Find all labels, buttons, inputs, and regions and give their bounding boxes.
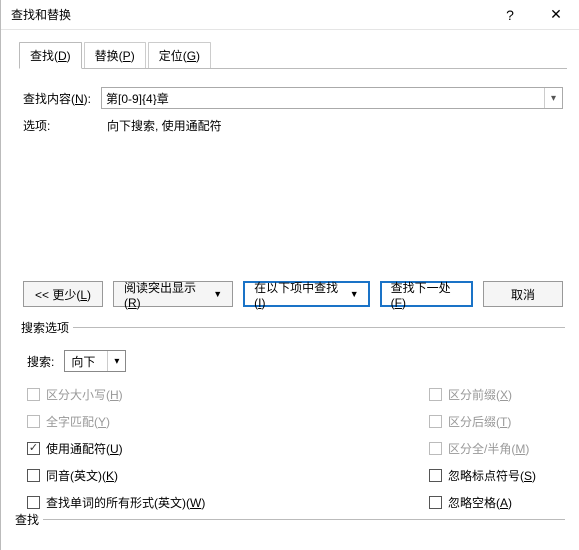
- find-input-group: ▾: [101, 87, 563, 109]
- reading-highlight-button[interactable]: 阅读突出显示(R)▼: [113, 281, 233, 307]
- chevron-down-icon: ▾: [107, 351, 125, 371]
- check-whole-word: 全字匹配(Y): [27, 413, 288, 430]
- check-width: 区分全/半角(M): [429, 440, 559, 457]
- chevron-down-icon: ▼: [350, 289, 359, 299]
- tab-strip: 查找(D) 替换(P) 定位(G): [19, 42, 567, 68]
- close-button[interactable]: ✕: [533, 0, 579, 30]
- find-section-legend: 查找: [15, 511, 43, 528]
- find-next-button[interactable]: 查找下一处(F): [380, 281, 473, 307]
- find-input[interactable]: [102, 91, 544, 105]
- tab-find[interactable]: 查找(D): [19, 42, 82, 69]
- check-word-forms[interactable]: 查找单词的所有形式(英文)(W): [27, 494, 288, 511]
- tab-replace[interactable]: 替换(P): [84, 42, 146, 68]
- options-label: 选项:: [23, 117, 101, 134]
- search-options-legend: 搜索选项: [21, 319, 73, 336]
- options-value: 向下搜索, 使用通配符: [107, 117, 222, 134]
- tab-goto[interactable]: 定位(G): [148, 42, 211, 68]
- find-label: 查找内容(N):: [23, 90, 95, 107]
- chevron-down-icon[interactable]: ▾: [544, 88, 562, 108]
- window-title: 查找和替换: [11, 6, 487, 23]
- check-prefix: 区分前缀(X): [429, 386, 559, 403]
- check-sounds-like[interactable]: 同音(英文)(K): [27, 467, 288, 484]
- check-suffix: 区分后缀(T): [429, 413, 559, 430]
- find-in-button[interactable]: 在以下项中查找(I)▼: [243, 281, 369, 307]
- help-button[interactable]: ?: [487, 0, 533, 30]
- search-direction-select[interactable]: 向下 ▾: [64, 350, 126, 372]
- chevron-down-icon: ▼: [213, 289, 222, 299]
- check-wildcards[interactable]: 使用通配符(U): [27, 440, 288, 457]
- cancel-button[interactable]: 取消: [483, 281, 563, 307]
- less-button[interactable]: << 更少(L): [23, 281, 103, 307]
- check-ignore-whitespace[interactable]: 忽略空格(A): [429, 494, 559, 511]
- check-ignore-punct[interactable]: 忽略标点符号(S): [429, 467, 559, 484]
- check-match-case: 区分大小写(H): [27, 386, 288, 403]
- search-direction-label: 搜索:: [27, 353, 54, 370]
